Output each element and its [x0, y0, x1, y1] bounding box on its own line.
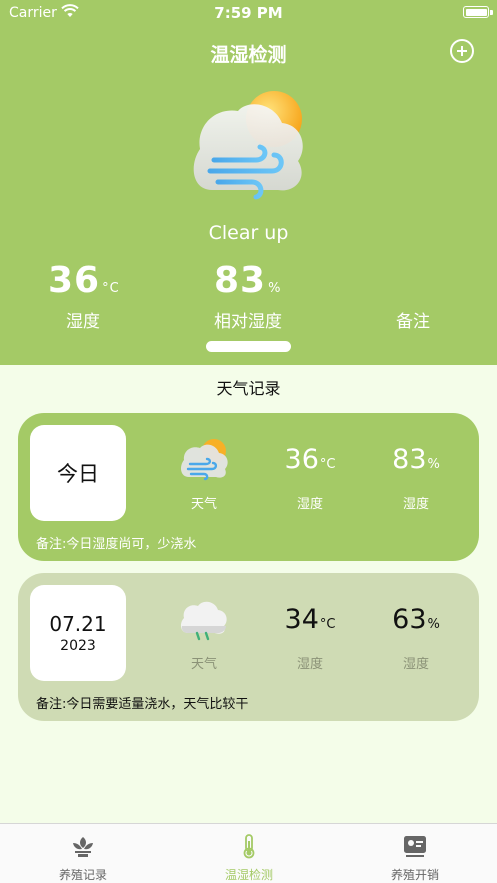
date-box: 07.21 2023 — [30, 585, 126, 681]
status-bar: Carrier 7:59 PM — [0, 0, 497, 26]
humidity-number: 83 — [392, 444, 427, 475]
temperature-number: 34 — [284, 604, 319, 635]
temperature-value: 36°C — [48, 260, 178, 301]
temperature-value: 36°C — [260, 444, 360, 475]
tab-humidity-check[interactable]: 温湿检测 — [166, 824, 332, 883]
cloud-sun-wind-icon — [193, 91, 303, 200]
record-card[interactable]: 今日 天气 36°C 湿度 83% 湿度 备注:今日湿度尚可，少浇水 — [18, 413, 479, 561]
date-label: 今日 — [57, 462, 99, 486]
temperature-label: 湿度 — [66, 312, 100, 332]
record-note: 备注:今日湿度尚可，少浇水 — [36, 537, 197, 552]
humidity-number: 63 — [392, 604, 427, 635]
date-year: 2023 — [60, 638, 96, 654]
temperature-label: 湿度 — [296, 657, 323, 672]
weather-label: 天气 — [190, 497, 217, 512]
humidity-unit: % — [427, 457, 440, 472]
humidity-value: 83% — [366, 444, 466, 475]
humidity-unit: % — [427, 617, 440, 632]
humidity-label: 湿度 — [402, 497, 429, 512]
tab-label: 温湿检测 — [224, 868, 273, 882]
temperature-number: 36 — [284, 444, 319, 475]
wallet-icon — [404, 836, 426, 857]
tab-bar: 养殖记录 温湿检测 养殖开销 — [0, 823, 497, 883]
thermometer-icon — [243, 834, 255, 859]
battery-tip — [490, 10, 493, 15]
weather-label: 天气 — [190, 657, 217, 672]
record-note: 备注:今日需要适量浇水，天气比较干 — [36, 697, 249, 712]
temperature-unit: °C — [102, 281, 120, 296]
page-indicator — [206, 341, 291, 352]
humidity-value: 63% — [366, 604, 466, 635]
tab-breeding-expenses[interactable]: 养殖开销 — [332, 824, 497, 883]
temperature-unit: °C — [319, 457, 336, 472]
humidity-label: 湿度 — [402, 657, 429, 672]
tab-label: 养殖开销 — [390, 868, 439, 882]
tab-breeding-records[interactable]: 养殖记录 — [0, 824, 166, 883]
temperature-value: 34°C — [260, 604, 360, 635]
record-card[interactable]: 07.21 2023 天气 34°C 湿度 63% 湿度 备注:今日需要适量浇水… — [18, 573, 479, 721]
status-time: 7:59 PM — [214, 4, 283, 22]
weather-condition: Clear up — [208, 222, 289, 244]
page-title: 温湿检测 — [210, 44, 287, 66]
temperature-number: 36 — [48, 260, 101, 301]
humidity-unit: % — [268, 281, 282, 296]
plant-icon — [73, 837, 93, 857]
temperature-unit: °C — [319, 617, 336, 632]
rain-cloud-icon — [180, 601, 227, 641]
add-button[interactable] — [450, 39, 474, 63]
humidity-number: 83 — [214, 260, 267, 301]
tab-label: 养殖记录 — [58, 868, 107, 882]
note-button[interactable]: 备注 — [380, 307, 446, 332]
humidity-value: 83% — [214, 260, 344, 301]
records-title: 天气记录 — [216, 379, 281, 398]
humidity-label: 相对湿度 — [214, 312, 282, 332]
battery-icon — [463, 6, 489, 18]
temperature-label: 湿度 — [296, 497, 323, 512]
date-label: 07.21 — [49, 612, 107, 636]
date-box: 今日 — [30, 425, 126, 521]
cloud-sun-wind-icon — [181, 439, 228, 481]
header-panel: Carrier 7:59 PM 温湿检测 Clear up 36 °C 83 %… — [0, 0, 497, 365]
